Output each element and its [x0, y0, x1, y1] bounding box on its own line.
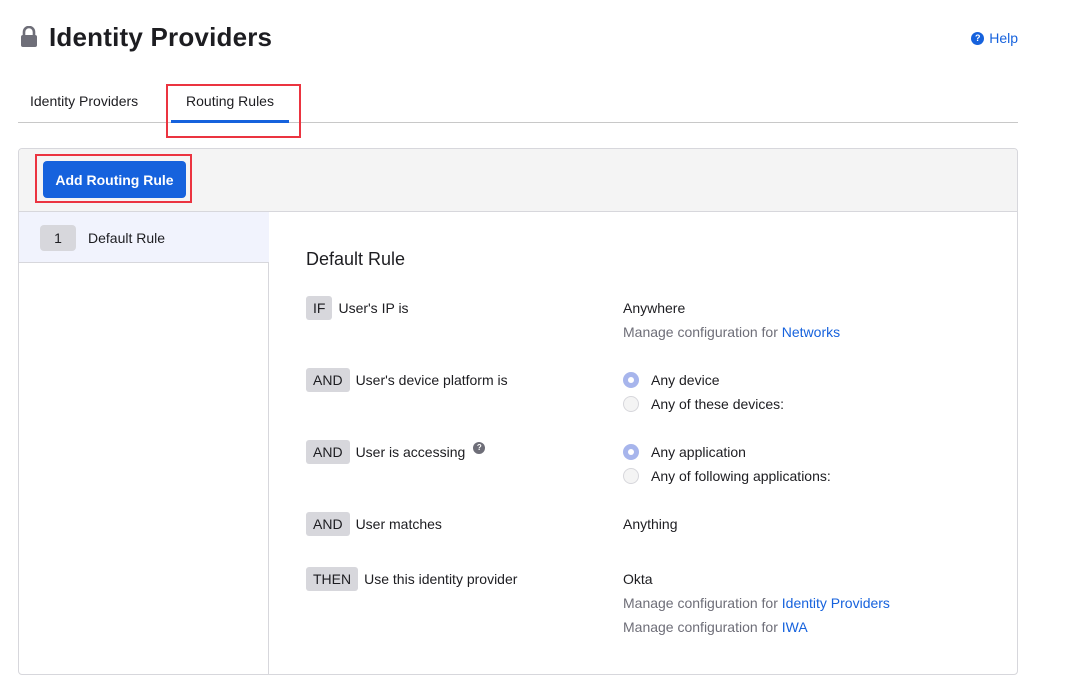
rule-list-item[interactable]: 1 Default Rule	[19, 212, 269, 263]
value-text: Okta	[623, 571, 653, 587]
iwa-link[interactable]: IWA	[782, 619, 808, 635]
radio-unchecked-icon	[623, 468, 639, 484]
rule-priority-badge: 1	[40, 225, 76, 251]
radio-any-device[interactable]: Any device	[623, 368, 784, 392]
radio-checked-icon	[623, 372, 639, 388]
page-header: Identity Providers ? Help	[20, 20, 1018, 60]
condition-device-platform: AND User's device platform is Any device …	[306, 368, 1006, 412]
networks-link[interactable]: Networks	[782, 324, 840, 340]
device-radio-group: Any device Any of these devices:	[623, 368, 784, 416]
rule-list: 1 Default Rule	[19, 212, 269, 674]
condition-keyword: AND	[306, 440, 350, 464]
panel-toolbar: Add Routing Rule	[19, 149, 1017, 212]
add-routing-rule-button[interactable]: Add Routing Rule	[43, 161, 186, 198]
help-link[interactable]: ? Help	[971, 30, 1018, 46]
condition-label: User's device platform is	[355, 372, 508, 388]
condition-value: Okta Manage configuration for Identity P…	[623, 567, 890, 639]
active-tab-indicator	[171, 120, 289, 123]
radio-checked-icon	[623, 444, 639, 460]
condition-then-idp: THEN Use this identity provider Okta Mana…	[306, 567, 1006, 635]
radio-label: Any application	[651, 444, 746, 460]
manage-config-line: Manage configuration for Networks	[623, 320, 840, 344]
question-circle-icon: ?	[971, 31, 985, 45]
manage-config-line: Manage configuration for IWA	[623, 615, 890, 639]
value-text: Anywhere	[623, 300, 686, 316]
condition-label: User matches	[355, 516, 442, 532]
manage-config-line: Manage configuration for Identity Provid…	[623, 591, 890, 615]
tab-identity-providers[interactable]: Identity Providers	[30, 93, 138, 109]
tab-bar: Identity Providers Routing Rules	[18, 80, 1018, 123]
condition-user-matches: AND User matches Anything	[306, 512, 1006, 536]
condition-app-access: AND User is accessing? Any application An…	[306, 440, 1006, 484]
lock-icon	[21, 26, 37, 47]
rule-detail-title: Default Rule	[306, 249, 406, 269]
routing-rules-panel: Add Routing Rule 1 Default Rule Default …	[18, 148, 1018, 675]
condition-label: User is accessing	[355, 444, 466, 460]
rule-detail: Default Rule IF User's IP is Anywhere Man…	[269, 212, 1017, 674]
condition-ip: IF User's IP is Anywhere Manage configura…	[306, 296, 1006, 340]
radio-these-devices[interactable]: Any of these devices:	[623, 392, 784, 416]
rule-name: Default Rule	[88, 230, 166, 246]
condition-value: Anything	[623, 512, 677, 536]
manage-prefix: Manage configuration for	[623, 324, 778, 340]
question-circle-icon[interactable]: ?	[473, 441, 486, 454]
tab-routing-rules-label: Routing Rules	[186, 93, 274, 109]
condition-label: Use this identity provider	[364, 571, 518, 587]
app-radio-group: Any application Any of following applica…	[623, 440, 831, 488]
radio-following-applications[interactable]: Any of following applications:	[623, 464, 831, 488]
condition-value: Anywhere Manage configuration for Networ…	[623, 296, 840, 344]
radio-unchecked-icon	[623, 396, 639, 412]
help-label: Help	[989, 30, 1018, 46]
page-title: Identity Providers	[49, 22, 273, 52]
radio-label: Any device	[651, 372, 720, 388]
condition-keyword: AND	[306, 512, 350, 536]
identity-providers-link[interactable]: Identity Providers	[782, 595, 890, 611]
manage-prefix: Manage configuration for	[623, 619, 778, 635]
condition-keyword: AND	[306, 368, 350, 392]
radio-any-application[interactable]: Any application	[623, 440, 831, 464]
tab-routing-rules[interactable]: Routing Rules	[171, 80, 289, 123]
manage-prefix: Manage configuration for	[623, 595, 778, 611]
condition-keyword: IF	[306, 296, 333, 320]
radio-label: Any of following applications:	[651, 468, 831, 484]
condition-keyword: THEN	[306, 567, 359, 591]
condition-label: User's IP is	[338, 300, 409, 316]
value-text: Anything	[623, 516, 678, 532]
radio-label: Any of these devices:	[651, 396, 785, 412]
